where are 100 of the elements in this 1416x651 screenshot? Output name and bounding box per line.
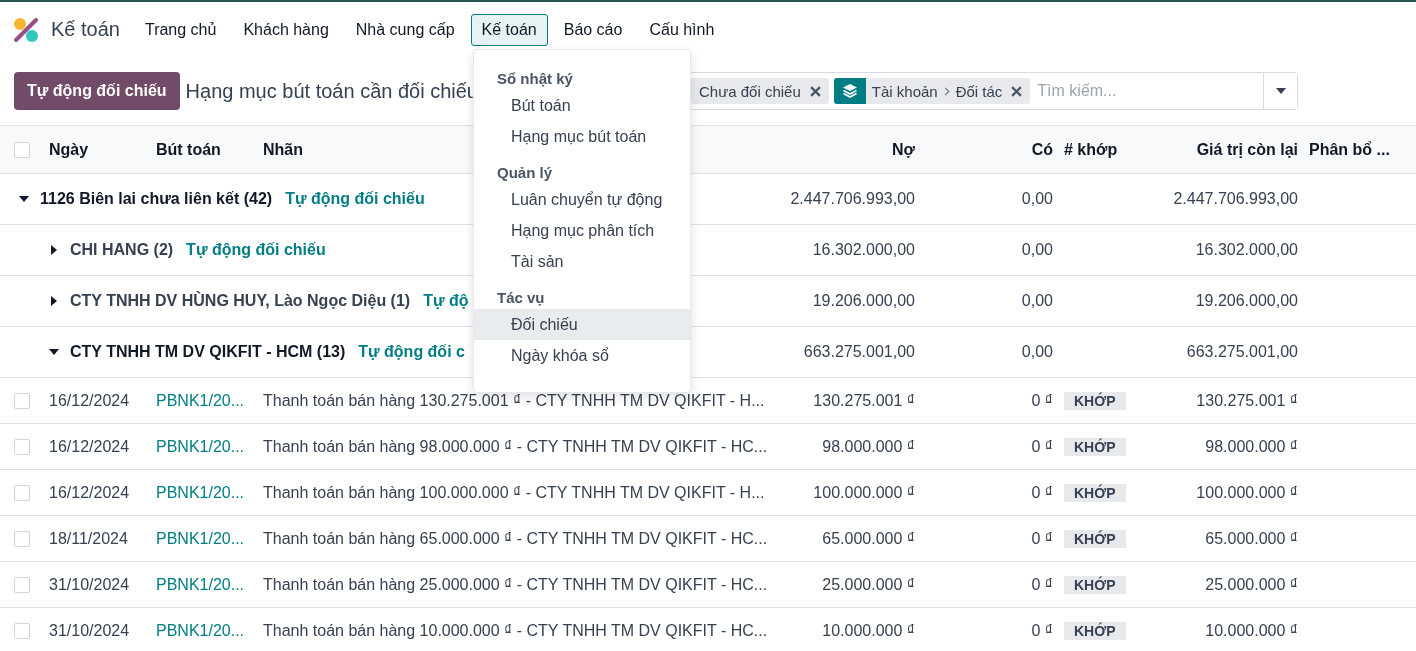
label-cell: Thanh toán bán hàng 98.000.000 ₫ - CTY TNHH TM DV QIKFIT - HC...	[263, 437, 768, 455]
search-input[interactable]: Tìm kiếm...	[1035, 81, 1263, 101]
group-label[interactable]: CTY TNHH DV HÙNG HUY, Lào Ngọc Diệu (1)	[70, 292, 411, 310]
column-header[interactable]: # khớp	[1064, 140, 1118, 158]
residual-total: 19.206.000,00	[1195, 292, 1298, 309]
match-badge[interactable]: KHỚP	[1064, 529, 1126, 548]
nav-menu-item[interactable]: Khách hàng	[232, 13, 340, 46]
menu-section-header: Quản lý	[497, 164, 552, 181]
menu-item[interactable]: Đối chiếu	[474, 309, 690, 340]
match-badge[interactable]: KHỚP	[1064, 483, 1126, 502]
entry-link[interactable]: PBNK1/20...	[156, 575, 245, 593]
entry-link[interactable]: PBNK1/20...	[156, 529, 245, 547]
debit-total: 663.275.001,00	[803, 343, 915, 360]
debit-total: 19.206.000,00	[812, 292, 915, 309]
date-cell: 18/11/2024	[49, 529, 128, 547]
column-header[interactable]: Giá trị còn lại	[1196, 140, 1298, 158]
nav-menu-item[interactable]: Nhà cung cấp	[344, 13, 466, 46]
remove-icon[interactable]	[809, 85, 821, 97]
label-cell: Thanh toán bán hàng 130.275.001 ₫ - CTY TNHH TM DV QIKFIT - H...	[263, 391, 765, 409]
credit-total: 0,00	[1021, 292, 1053, 309]
nav-menu-item[interactable]: Báo cáo	[552, 13, 634, 46]
column-header[interactable]: Nhãn	[263, 140, 303, 158]
date-cell: 16/12/2024	[49, 437, 130, 455]
credit-cell: 0 ₫	[1031, 391, 1053, 409]
nav-menu-item[interactable]: Trang chủ	[133, 13, 228, 46]
auto-reconcile-link[interactable]: Tự động đối c	[358, 343, 465, 361]
nav-menu-item[interactable]: Kế toán	[470, 13, 548, 46]
entry-link[interactable]: PBNK1/20...	[156, 437, 245, 455]
search-options-toggle[interactable]	[1263, 73, 1297, 109]
match-badge[interactable]: KHỚP	[1064, 391, 1126, 410]
group-label[interactable]: CTY TNHH TM DV QIKFIT - HCM (13)	[70, 343, 346, 361]
credit-total: 0,00	[1021, 190, 1053, 207]
app-name[interactable]: Kế toán	[51, 18, 120, 41]
menu-section-header: Tác vụ	[497, 289, 545, 306]
app-logo-icon	[13, 16, 39, 43]
menu-item[interactable]: Tài sản	[474, 246, 690, 277]
debit-total: 16.302.000,00	[812, 241, 915, 258]
menu-section-header: Sổ nhật ký	[497, 70, 573, 87]
column-header[interactable]: Phân bổ ...	[1309, 140, 1390, 158]
row-checkbox[interactable]	[14, 484, 30, 501]
menu-item[interactable]: Bút toán	[474, 90, 690, 121]
debit-cell: 98.000.000 ₫	[822, 437, 915, 455]
debit-cell: 65.000.000 ₫	[822, 529, 915, 547]
residual-cell: 25.000.000 ₫	[1205, 575, 1298, 593]
date-cell: 16/12/2024	[49, 483, 130, 501]
menu-item[interactable]: Hạng mục phân tích	[474, 215, 690, 246]
residual-cell: 100.000.000 ₫	[1196, 483, 1298, 501]
entry-link[interactable]: PBNK1/20...	[156, 483, 245, 501]
entry-link[interactable]: PBNK1/20...	[156, 621, 245, 639]
column-header[interactable]: Bút toán	[156, 140, 221, 158]
caret-icon[interactable]	[50, 296, 58, 306]
match-badge[interactable]: KHỚP	[1064, 621, 1126, 640]
entry-link[interactable]: PBNK1/20...	[156, 391, 245, 409]
row-checkbox[interactable]	[14, 392, 30, 409]
debit-cell: 10.000.000 ₫	[822, 621, 915, 639]
column-header[interactable]: Nợ	[892, 140, 915, 158]
row-checkbox[interactable]	[14, 438, 30, 455]
debit-total: 2.447.706.993,00	[790, 190, 915, 207]
credit-cell: 0 ₫	[1031, 483, 1053, 501]
caret-icon[interactable]	[49, 348, 59, 356]
debit-cell: 130.275.001 ₫	[813, 391, 915, 409]
row-checkbox[interactable]	[14, 576, 30, 593]
row-checkbox[interactable]	[14, 622, 30, 639]
label-cell: Thanh toán bán hàng 10.000.000 ₫ - CTY TNHH TM DV QIKFIT - HC...	[263, 621, 768, 639]
nav-menu-item[interactable]: Cấu hình	[638, 13, 726, 46]
select-all-checkbox[interactable]	[14, 141, 30, 158]
residual-cell: 98.000.000 ₫	[1205, 437, 1298, 455]
caret-down-icon	[1275, 88, 1286, 94]
group-label[interactable]: 1126 Biên lai chưa liên kết (42)	[40, 190, 273, 208]
group-label[interactable]: CHI HANG (2)	[70, 241, 174, 259]
auto-reconcile-link[interactable]: Tự độ	[423, 292, 469, 310]
match-badge[interactable]: KHỚP	[1064, 575, 1126, 594]
remove-icon[interactable]	[1011, 85, 1023, 97]
row-checkbox[interactable]	[14, 530, 30, 547]
date-cell: 16/12/2024	[49, 391, 130, 409]
auto-reconcile-button[interactable]: Tự động đối chiếu	[14, 72, 180, 110]
menu-item[interactable]: Luân chuyển tự động	[474, 184, 690, 215]
column-header[interactable]: Ngày	[49, 140, 89, 158]
menu-item[interactable]: Hạng mục bút toán	[474, 121, 690, 152]
chevron-right-icon	[943, 86, 950, 96]
facet-label: Đối tác	[955, 82, 1003, 100]
date-cell: 31/10/2024	[49, 575, 130, 593]
column-header[interactable]: Có	[1031, 140, 1053, 158]
label-cell: Thanh toán bán hàng 65.000.000 ₫ - CTY TNHH TM DV QIKFIT - HC...	[263, 529, 768, 547]
match-badge[interactable]: KHỚP	[1064, 437, 1126, 456]
residual-total: 2.447.706.993,00	[1173, 190, 1298, 207]
residual-total: 663.275.001,00	[1186, 343, 1298, 360]
layers-icon	[841, 83, 858, 99]
credit-cell: 0 ₫	[1031, 529, 1053, 547]
caret-icon[interactable]	[50, 245, 58, 255]
label-cell: Thanh toán bán hàng 25.000.000 ₫ - CTY TNHH TM DV QIKFIT - HC...	[263, 575, 768, 593]
caret-icon[interactable]	[19, 195, 29, 203]
facet-label: Chưa đối chiếu	[699, 82, 801, 100]
debit-cell: 100.000.000 ₫	[813, 483, 915, 501]
auto-reconcile-link[interactable]: Tự động đối chiếu	[285, 190, 425, 208]
label-cell: Thanh toán bán hàng 100.000.000 ₫ - CTY TNHH TM DV QIKFIT - H...	[263, 483, 765, 501]
residual-cell: 65.000.000 ₫	[1205, 529, 1298, 547]
credit-total: 0,00	[1021, 241, 1053, 258]
auto-reconcile-link[interactable]: Tự động đối chiếu	[186, 241, 326, 259]
menu-item[interactable]: Ngày khóa sổ	[474, 340, 690, 371]
